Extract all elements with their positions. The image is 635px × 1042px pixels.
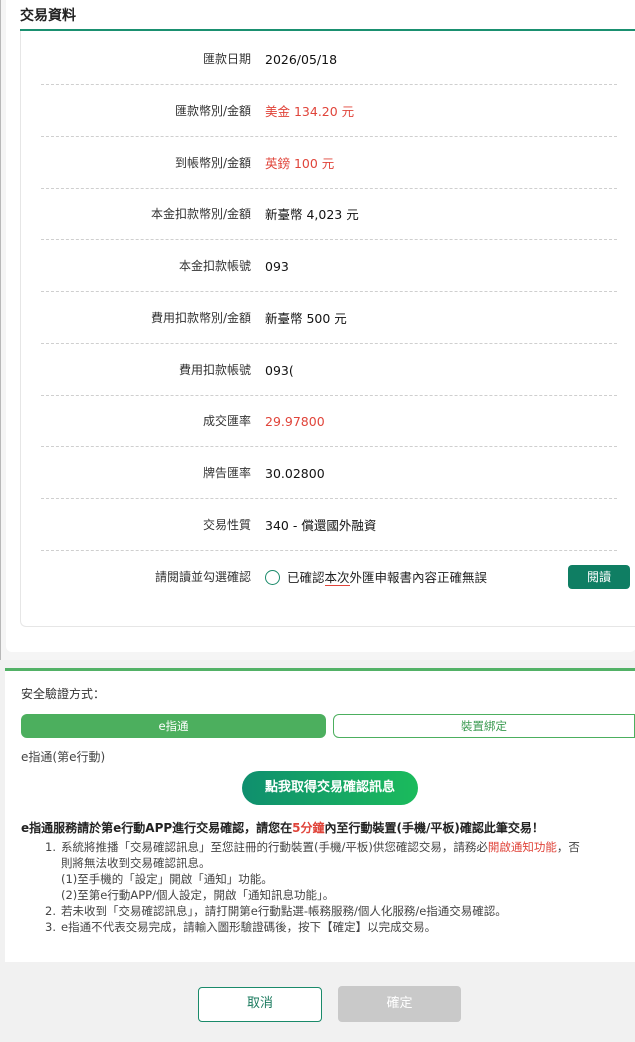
row-value: 2026/05/18 [265,52,338,67]
step-line: 若未收到「交易確認訊息」，請打開第e行動點選-帳務服務/個人化服務/e指通交易確… [61,904,507,918]
step-text: ，否 [556,840,580,854]
row-label: 本金扣款帳號 [178,259,251,273]
row-label: 費用扣款帳號 [178,363,251,377]
list-item: 3. e指通不代表交易完成，請輸入圖形驗證碼後，按下【確定】以完成交易。 [21,919,635,935]
row-fee-amount: 費用扣款幣別/金額 新臺幣 500 元 [41,293,617,344]
row-label: 匯款日期 [202,52,251,66]
footer-bar: 取消 確定 [0,962,635,1042]
row-transaction-type: 交易性質 340 - 償還國外融資 [41,500,617,551]
notice-before: e指通服務請於第e行動APP進行交易確認，請您在 [21,821,293,835]
confirm-text: 已確認本次外匯申報書內容正確無誤 [287,552,487,603]
row-arrival-amount: 到帳幣別/金額 英鎊 100 元 [41,138,617,189]
security-label: 安全驗證方式： [21,687,106,701]
step-line: (2)至第e行動APP/個人設定，開啟「通知訊息功能」。 [61,888,335,902]
row-remit-date: 匯款日期 2026/05/18 [41,34,617,85]
step-line: e指通不代表交易完成，請輸入圖形驗證碼後，按下【確定】以完成交易。 [61,920,437,934]
step-line: 系統將推播「交易確認訊息」至您註冊的行動裝置(手機/平板)供您確認交易，請務必開… [61,840,580,854]
row-label: 本金扣款幣別/金額 [150,207,251,221]
row-value: 30.02800 [265,466,325,481]
row-value: 新臺幣 500 元 [265,311,347,326]
transaction-card: 交易資料 匯款日期 2026/05/18 匯款幣別/金額 美金 134.20 元… [6,0,635,652]
step-text-em: 開啟通知功能 [487,840,557,854]
row-label: 請閱讀並勾選確認 [154,570,251,584]
step-number: 2. [45,904,56,918]
row-value: 29.97800 [265,414,325,429]
row-label: 匯款幣別/金額 [174,104,251,118]
row-remit-amount: 匯款幣別/金額 美金 134.20 元 [41,86,617,137]
row-deal-rate: 成交匯率 29.97800 [41,396,617,447]
row-label: 到帳幣別/金額 [174,156,251,170]
row-label: 交易性質 [202,518,251,532]
confirm-button[interactable]: 確定 [338,986,461,1022]
row-value: 093 [265,259,289,274]
row-board-rate: 牌告匯率 30.02800 [41,448,617,499]
notice-after: 內至行動裝置(手機/平板)確認此筆交易！ [324,821,544,835]
row-value: 新臺幣 4,023 元 [265,207,359,222]
upper-panel: 交易資料 匯款日期 2026/05/18 匯款幣別/金額 美金 134.20 元… [0,0,635,660]
step-number: 1. [45,840,56,854]
confirm-text-before: 已確認 [287,570,325,585]
tab-device-binding[interactable]: 裝置綁定 [333,714,635,738]
confirm-radio[interactable] [265,570,280,585]
get-confirmation-button[interactable]: 點我取得交易確認訊息 [242,771,418,805]
transaction-details: 匯款日期 2026/05/18 匯款幣別/金額 美金 134.20 元 到帳幣別… [20,31,635,627]
security-panel: 安全驗證方式： e指通 裝置綁定 e指通(第e行動) 點我取得交易確認訊息 e指… [5,668,635,962]
confirm-text-highlight: 本次 [324,570,350,586]
row-principal-amount: 本金扣款幣別/金額 新臺幣 4,023 元 [41,189,617,240]
confirm-text-after: 外匯申報書內容正確無誤 [349,570,488,585]
list-item: 1. 系統將推播「交易確認訊息」至您註冊的行動裝置(手機/平板)供您確認交易，請… [21,839,635,903]
row-label: 牌告匯率 [202,466,251,480]
step-number: 3. [45,920,56,934]
step-line: 則將無法收到交易確認訊息。 [61,856,211,870]
step-line: (1)至手機的「設定」開啟「通知」功能。 [61,872,273,886]
row-value: 093( [265,363,294,378]
read-button[interactable]: 閱讀 [568,565,630,589]
notice-em: 5分鐘 [292,821,325,835]
section-title: 交易資料 [20,8,76,24]
row-principal-account: 本金扣款帳號 093 [41,241,617,292]
tab-e-finger[interactable]: e指通 [21,714,326,738]
row-value: 英鎊 100 元 [265,156,335,171]
row-label: 成交匯率 [202,414,251,428]
notice-text: e指通服務請於第e行動APP進行交易確認，請您在5分鐘內至行動裝置(手機/平板)… [21,819,544,836]
instruction-list: 1. 系統將推播「交易確認訊息」至您註冊的行動裝置(手機/平板)供您確認交易，請… [21,839,635,935]
row-value: 340 - 償還國外融資 [265,518,377,533]
step-text: 系統將推播「交易確認訊息」至您註冊的行動裝置(手機/平板)供您確認交易，請務必 [61,840,488,854]
row-label: 費用扣款幣別/金額 [150,311,251,325]
cancel-button[interactable]: 取消 [198,987,322,1022]
row-confirm: 請閱讀並勾選確認 已確認本次外匯申報書內容正確無誤 閱讀 [41,552,630,603]
verify-method: e指通(第e行動) [21,750,106,764]
row-value: 美金 134.20 元 [265,104,355,119]
list-item: 2. 若未收到「交易確認訊息」，請打開第e行動點選-帳務服務/個人化服務/e指通… [21,903,635,919]
row-fee-account: 費用扣款帳號 093( [41,345,617,396]
